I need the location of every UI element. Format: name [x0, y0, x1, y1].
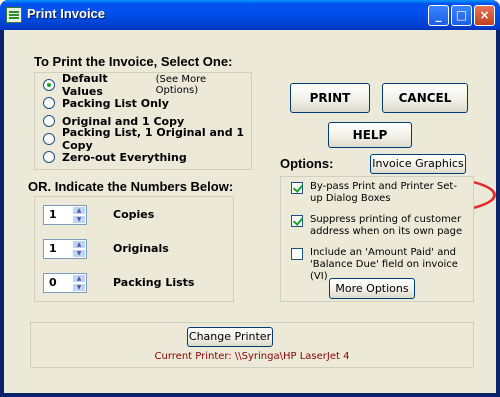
minimize-icon: _	[435, 8, 442, 22]
close-button[interactable]: ×	[474, 5, 495, 26]
option-suppress-address[interactable]: Suppress printing of customer address wh…	[291, 214, 467, 238]
packing-lists-label: Packing Lists	[113, 276, 195, 289]
spinner-buttons: ▲ ▼	[72, 206, 86, 224]
options-group: By-pass Print and Printer Set-up Dialog …	[280, 176, 474, 302]
print-button[interactable]: PRINT	[290, 83, 370, 113]
spinner-buttons: ▲ ▼	[72, 274, 86, 292]
option-label: Suppress printing of customer address wh…	[310, 214, 463, 237]
originals-spinner[interactable]: 1 ▲ ▼	[43, 239, 87, 259]
dialog-client-area: To Print the Invoice, Select One: Defaul…	[4, 30, 496, 393]
numbers-group-title: OR. Indicate the Numbers Below:	[28, 179, 234, 194]
window-title: Print Invoice	[27, 6, 106, 21]
change-printer-button[interactable]: Change Printer	[187, 327, 273, 347]
select-group: Default Values (See More Options) Packin…	[34, 72, 252, 170]
select-group-title: To Print the Invoice, Select One:	[34, 54, 233, 69]
spinner-buttons: ▲ ▼	[72, 240, 86, 258]
current-printer-text: Current Printer: \\Syringa\HP LaserJet 4	[154, 351, 350, 362]
radio-default-values[interactable]: Default Values (See More Options)	[43, 72, 251, 98]
maximize-button[interactable]: □	[451, 5, 472, 26]
checkbox[interactable]	[291, 248, 303, 260]
option-bypass-dialogs[interactable]: By-pass Print and Printer Set-up Dialog …	[291, 181, 467, 205]
originals-label: Originals	[113, 242, 169, 255]
radio-button[interactable]	[43, 133, 55, 145]
packing-lists-spinner[interactable]: 0 ▲ ▼	[43, 273, 87, 293]
title-bar[interactable]: Print Invoice _ □ ×	[0, 0, 500, 30]
invoice-graphics-button[interactable]: Invoice Graphics	[370, 154, 466, 174]
options-group-title: Options:	[280, 156, 334, 171]
printer-group: Change Printer Current Printer: \\Syring…	[30, 322, 474, 368]
spin-up-arrow-icon[interactable]: ▲	[72, 206, 86, 215]
radio-button[interactable]	[43, 97, 55, 109]
radio-packing-list-only[interactable]: Packing List Only	[43, 95, 169, 111]
spin-down-arrow-icon[interactable]: ▼	[72, 283, 86, 292]
radio-button[interactable]	[43, 115, 55, 127]
radio-button[interactable]	[43, 79, 55, 91]
maximize-icon: □	[455, 8, 468, 22]
copies-spinner[interactable]: 1 ▲ ▼	[43, 205, 87, 225]
radio-zero-out[interactable]: Zero-out Everything	[43, 149, 187, 165]
option-label: By-pass Print and Printer Set-up Dialog …	[310, 181, 457, 204]
app-form-icon	[6, 7, 22, 23]
print-invoice-window: Print Invoice _ □ × To Print the Invoice…	[0, 0, 500, 397]
numbers-group: 1 ▲ ▼ Copies 1 ▲ ▼ Originals 0 ▲ ▼ Packi…	[34, 196, 234, 302]
more-options-button[interactable]: More Options	[329, 278, 415, 299]
minimize-button[interactable]: _	[428, 5, 449, 26]
radio-label: Packing List Only	[62, 96, 169, 110]
copies-value[interactable]: 1	[49, 208, 57, 221]
close-icon: ×	[479, 8, 490, 22]
cancel-button[interactable]: CANCEL	[382, 83, 468, 113]
radio-button[interactable]	[43, 151, 55, 163]
radio-hint: (See More Options)	[155, 74, 207, 96]
help-button[interactable]: HELP	[328, 122, 412, 148]
spin-down-arrow-icon[interactable]: ▼	[72, 249, 86, 258]
originals-value[interactable]: 1	[49, 242, 57, 255]
radio-label: Zero-out Everything	[62, 150, 187, 164]
checkbox[interactable]	[291, 215, 303, 227]
spin-up-arrow-icon[interactable]: ▲	[72, 274, 86, 283]
radio-packing-original-copy[interactable]: Packing List, 1 Original and 1 Copy	[43, 126, 251, 152]
spin-up-arrow-icon[interactable]: ▲	[72, 240, 86, 249]
checkbox[interactable]	[291, 182, 303, 194]
packing-lists-value[interactable]: 0	[49, 276, 57, 289]
spin-down-arrow-icon[interactable]: ▼	[72, 215, 86, 224]
copies-label: Copies	[113, 208, 155, 221]
